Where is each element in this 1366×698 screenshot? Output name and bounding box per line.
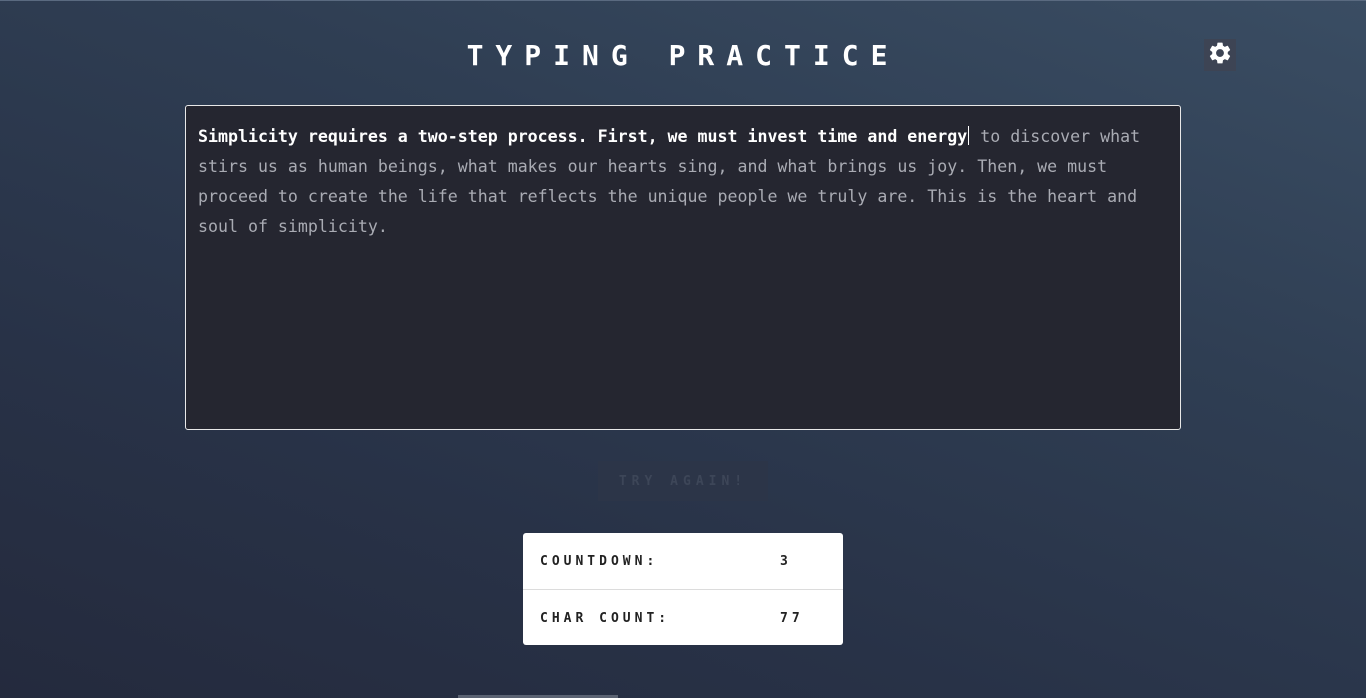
typing-area[interactable]: Simplicity requires a two-step process. … xyxy=(185,105,1181,430)
char-count-value: 77 xyxy=(780,610,804,626)
char-count-row: CHAR COUNT: 77 xyxy=(523,589,843,646)
countdown-label: COUNTDOWN: xyxy=(540,553,659,569)
typed-text: Simplicity requires a two-step process. … xyxy=(198,127,968,146)
countdown-value: 3 xyxy=(780,553,792,569)
page-title: TYPING PRACTICE xyxy=(466,39,900,72)
settings-button[interactable] xyxy=(1204,39,1236,71)
try-again-button[interactable]: TRY AGAIN! xyxy=(598,461,768,501)
passage-text: Simplicity requires a two-step process. … xyxy=(198,122,1168,242)
gear-icon xyxy=(1207,40,1233,70)
stats-panel: COUNTDOWN: 3 CHAR COUNT: 77 xyxy=(523,533,843,645)
char-count-label: CHAR COUNT: xyxy=(540,610,671,626)
countdown-row: COUNTDOWN: 3 xyxy=(523,533,843,589)
